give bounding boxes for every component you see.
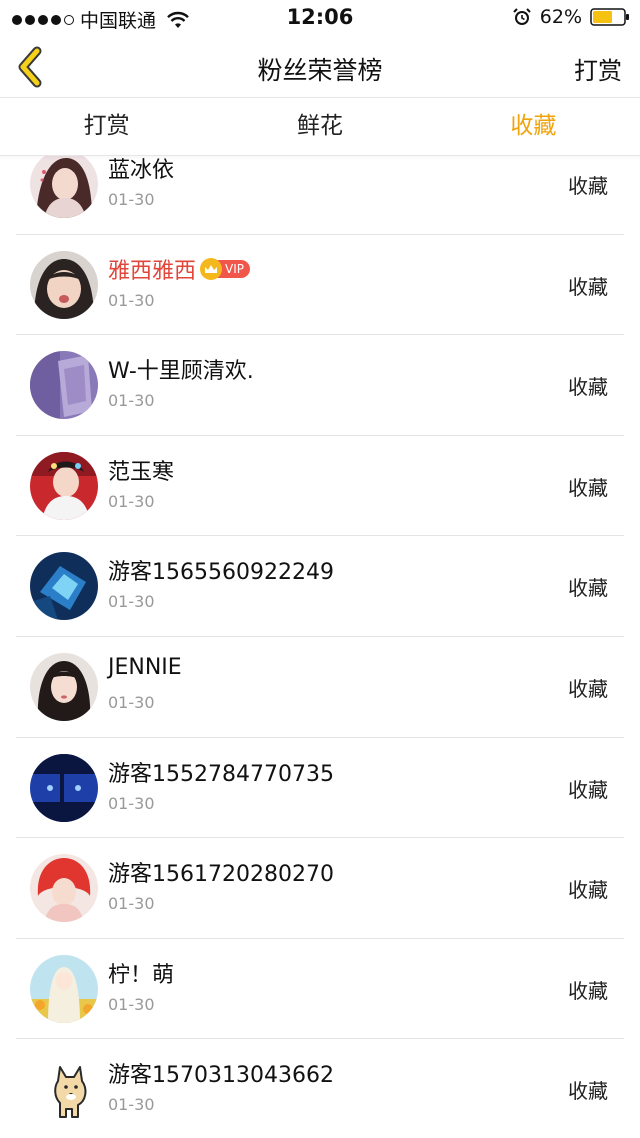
list-item[interactable]: 雅西雅西 VIP 01-30 收藏 [16,235,624,336]
user-name: 游客1552784770735 [108,761,334,787]
favorite-date: 01-30 [108,190,155,209]
alarm-clock-icon [513,8,531,25]
list-item[interactable]: 游客1552784770735 01-30 收藏 [16,738,624,839]
favorite-date: 01-30 [108,391,155,411]
crown-icon [200,257,223,280]
favorite-type-label: 收藏 [568,676,608,701]
list-item[interactable]: 蓝冰依 01-30 收藏 [16,156,624,235]
user-name: 柠！萌 [108,962,175,988]
app-screen: 中国联通 12:06 62% 粉丝荣誉榜 打赏 打赏 鲜花 收藏 蓝冰依 01-… [0,0,640,1138]
user-name: 雅西雅西 VIP [108,253,250,285]
favorite-type-label: 收藏 [568,375,608,400]
user-name: JENNIE [108,654,182,680]
favorite-date: 01-30 [108,692,155,712]
user-name: 范玉寒 [108,459,175,485]
user-avatar [30,753,98,822]
tab-favorites[interactable]: 收藏 [427,98,640,155]
favorite-type-label: 收藏 [568,576,608,601]
tab-bar: 打赏 鲜花 收藏 [0,98,640,156]
list-item[interactable]: W-十里顾清欢. 01-30 收藏 [16,335,624,436]
vip-badge: VIP [200,257,250,280]
favorite-date: 01-30 [108,491,155,511]
user-name: 游客1565560922249 [108,560,334,586]
status-right: 62% [512,6,630,28]
favorite-type-label: 收藏 [568,978,608,1003]
user-name: 蓝冰依 [108,158,175,183]
reward-button[interactable]: 打赏 [574,51,622,86]
user-name: 游客1570313043662 [108,1063,334,1089]
favorite-date: 01-30 [108,793,155,813]
favorite-type-label: 收藏 [568,777,608,802]
favorite-type-label: 收藏 [568,1079,608,1104]
user-name: W-十里顾清欢. [108,359,254,385]
favorite-type-label: 收藏 [568,174,608,198]
list-item[interactable]: 游客1561720280270 01-30 收藏 [16,838,624,939]
list-item[interactable]: 游客1570313043662 01-30 收藏 [16,1039,624,1138]
list-item[interactable]: 柠！萌 01-30 收藏 [16,939,624,1040]
favorites-list[interactable]: 蓝冰依 01-30 收藏 雅西雅西 VIP 01-30 收藏 W-十里顾清欢. … [0,156,640,1138]
favorite-date: 01-30 [108,894,155,914]
user-name-text: 雅西雅西 [108,258,197,284]
user-avatar [30,954,98,1023]
user-avatar [30,652,98,721]
status-bar: 中国联通 12:06 62% [0,0,640,36]
list-item[interactable]: 游客1565560922249 01-30 收藏 [16,536,624,637]
shiba-dog-avatar-icon [30,1055,98,1124]
user-avatar [30,156,98,218]
user-avatar [30,250,98,319]
favorite-date: 01-30 [108,592,155,612]
favorite-type-label: 收藏 [568,878,608,903]
list-item[interactable]: JENNIE 01-30 收藏 [16,637,624,738]
tab-flowers[interactable]: 鲜花 [213,98,426,155]
navigation-bar: 粉丝荣誉榜 打赏 [0,36,640,98]
user-avatar [30,351,98,420]
page-title: 粉丝荣誉榜 [257,56,383,85]
tab-reward[interactable]: 打赏 [0,98,213,155]
list-item[interactable]: 范玉寒 01-30 收藏 [16,436,624,537]
favorite-date: 01-30 [108,994,155,1014]
favorite-type-label: 收藏 [568,475,608,500]
favorite-date: 01-30 [108,290,155,310]
battery-percentage: 62% [539,6,582,28]
user-avatar [30,552,98,621]
user-avatar [30,854,98,923]
battery-icon [590,8,629,26]
favorite-type-label: 收藏 [568,274,608,299]
favorite-date: 01-30 [108,1095,155,1115]
user-name: 游客1561720280270 [108,862,334,888]
user-avatar [30,451,98,520]
